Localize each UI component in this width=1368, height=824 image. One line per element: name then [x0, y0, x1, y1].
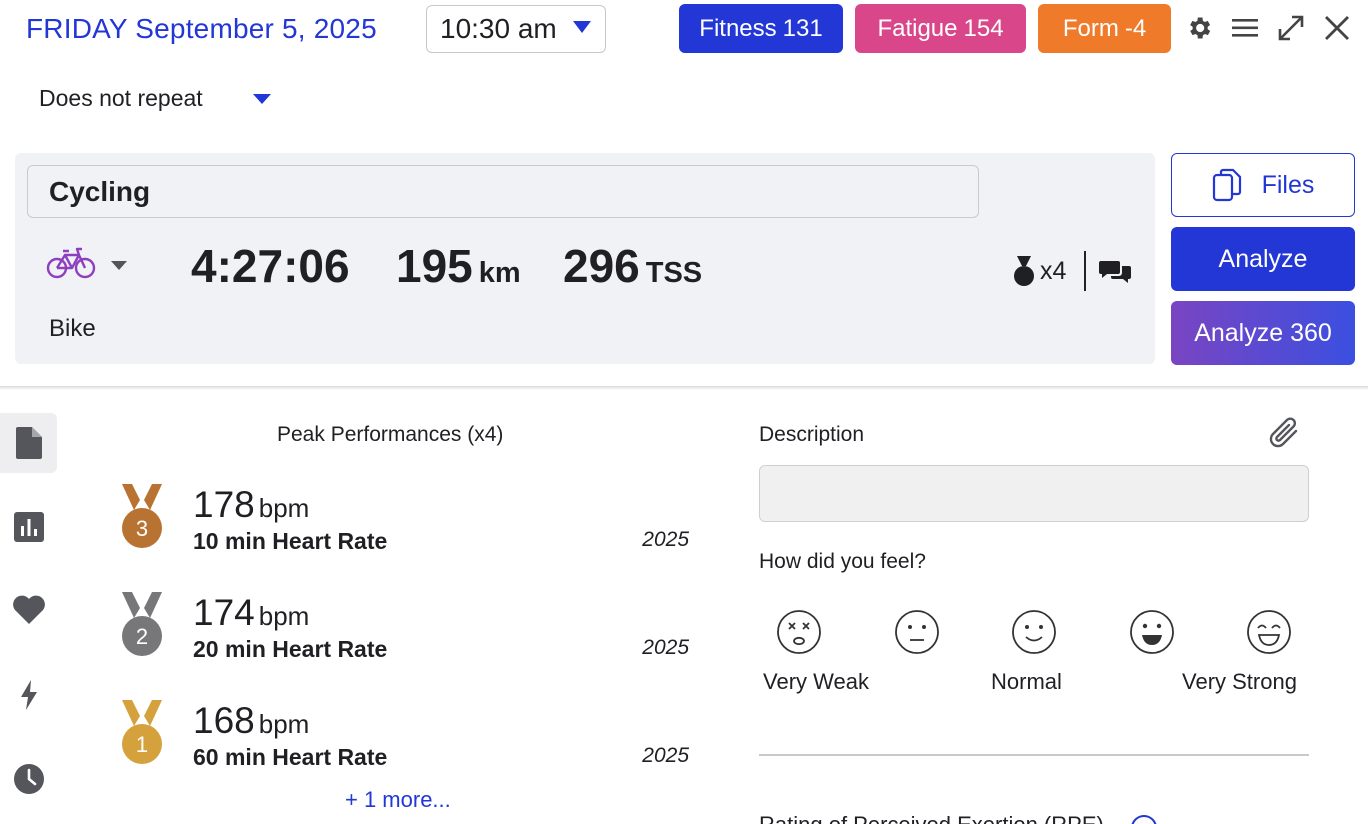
fitness-badge[interactable]: Fitness 131	[679, 4, 843, 53]
feel-very-weak-label: Very Weak	[763, 669, 869, 694]
duration-stat: 4:27:06	[191, 239, 350, 293]
peak-value: 178 bpm	[193, 484, 309, 526]
form-badge[interactable]: Form -4	[1038, 4, 1171, 53]
gold-medal-icon: 1	[122, 700, 162, 764]
analyze-button[interactable]: Analyze	[1171, 227, 1355, 291]
date-title: FRIDAY September 5, 2025	[26, 13, 377, 44]
comments-icon[interactable]	[1098, 257, 1132, 287]
medal-rank: 2	[136, 624, 148, 649]
medal-count[interactable]: x4	[1012, 253, 1066, 289]
feel-normal-label: Normal	[991, 669, 1062, 694]
rail-clock[interactable]	[0, 749, 57, 809]
sport-dropdown-caret[interactable]	[111, 261, 127, 270]
info-icon[interactable]	[1131, 815, 1157, 824]
form-label: Form	[1062, 14, 1119, 42]
normal-face-icon[interactable]	[1011, 609, 1057, 655]
time-select[interactable]: 10:30 am	[426, 5, 606, 53]
peak-unit: bpm	[258, 493, 310, 523]
distance-unit: km	[478, 257, 521, 289]
peak-row[interactable]: 2 174 bpm 20 min Heart Rate 2025	[118, 592, 692, 672]
files-label: Files	[1261, 170, 1315, 199]
tss-value: 296	[563, 240, 640, 292]
chevron-down-icon	[573, 21, 591, 33]
heart-icon	[12, 595, 45, 624]
distance-value: 195	[396, 240, 473, 292]
rail-heart[interactable]	[0, 580, 57, 640]
peak-year: 2025	[642, 636, 689, 659]
medal-rank: 1	[136, 732, 148, 757]
medal-rank: 3	[136, 516, 148, 541]
show-more-link[interactable]: + 1 more...	[345, 787, 451, 813]
peak-label: 60 min Heart Rate	[193, 744, 388, 770]
section-divider	[0, 386, 1368, 390]
analyze-360-button[interactable]: Analyze 360	[1171, 301, 1355, 365]
chart-icon	[13, 512, 44, 542]
menu-icon[interactable]	[1229, 12, 1261, 44]
duration-value: 4:27:06	[191, 240, 350, 292]
paperclip-icon[interactable]	[1268, 416, 1302, 452]
fatigue-badge[interactable]: Fatigue 154	[855, 4, 1026, 53]
peak-value: 168 bpm	[193, 700, 309, 742]
weak-face-icon[interactable]	[894, 609, 940, 655]
clock-icon	[13, 764, 44, 794]
feel-very-strong-label: Very Strong	[1182, 669, 1297, 694]
divider	[759, 754, 1309, 756]
tss-unit: TSS	[645, 257, 703, 289]
activity-name-input[interactable]: Cycling	[27, 165, 979, 218]
fitness-value: 131	[782, 14, 823, 42]
divider	[1084, 251, 1086, 291]
time-value: 10:30 am	[440, 13, 557, 44]
bike-icon[interactable]	[46, 245, 96, 281]
description-label: Description	[759, 423, 865, 446]
sport-label: Bike	[49, 315, 96, 342]
peak-unit: bpm	[258, 601, 310, 631]
medal-count-value: x4	[1040, 256, 1067, 285]
distance-stat: 195 km	[396, 239, 521, 293]
description-input[interactable]	[759, 465, 1309, 522]
peak-value: 174 bpm	[193, 592, 309, 634]
document-icon	[15, 427, 42, 459]
bronze-medal-icon: 3	[122, 484, 162, 548]
fatigue-label: Fatigue	[877, 14, 958, 42]
peak-number: 178	[193, 484, 255, 525]
peak-number: 168	[193, 700, 255, 741]
rail-document[interactable]	[0, 413, 57, 473]
activity-card: Cycling Bike 4:27:06 195 km 296 TSS x4	[15, 153, 1155, 364]
form-value: -4	[1124, 14, 1147, 42]
rpe-label: Rating of Perceived Exertion (RPE)	[759, 812, 1104, 824]
peak-row[interactable]: 3 178 bpm 10 min Heart Rate 2025	[118, 484, 692, 564]
lightning-icon	[20, 680, 37, 710]
peak-unit: bpm	[258, 709, 310, 739]
expand-icon[interactable]	[1275, 12, 1307, 44]
very-weak-face-icon[interactable]	[776, 609, 822, 655]
chevron-down-icon	[253, 94, 271, 104]
peak-year: 2025	[642, 528, 689, 551]
fatigue-value: 154	[963, 14, 1004, 42]
medal-icon	[1014, 256, 1034, 286]
repeat-value: Does not repeat	[39, 85, 203, 111]
peak-row[interactable]: 1 168 bpm 60 min Heart Rate 2025	[118, 700, 692, 780]
feel-label: How did you feel?	[759, 550, 926, 573]
peak-number: 174	[193, 592, 255, 633]
peak-label: 20 min Heart Rate	[193, 636, 388, 662]
repeat-select[interactable]: Does not repeat	[39, 85, 279, 115]
fitness-label: Fitness	[699, 14, 777, 42]
peak-label: 10 min Heart Rate	[193, 528, 388, 554]
peak-performances-title: Peak Performances (x4)	[277, 423, 504, 446]
strong-face-icon[interactable]	[1129, 609, 1175, 655]
peak-year: 2025	[642, 744, 689, 767]
silver-medal-icon: 2	[122, 592, 162, 656]
tss-stat: 296 TSS	[563, 239, 702, 293]
rail-lightning[interactable]	[0, 665, 57, 725]
very-strong-face-icon[interactable]	[1246, 609, 1292, 655]
gear-icon[interactable]	[1183, 12, 1215, 44]
close-icon[interactable]	[1321, 12, 1353, 44]
files-icon	[1212, 168, 1241, 202]
files-button[interactable]: Files	[1171, 153, 1355, 217]
rail-chart[interactable]	[0, 497, 57, 557]
